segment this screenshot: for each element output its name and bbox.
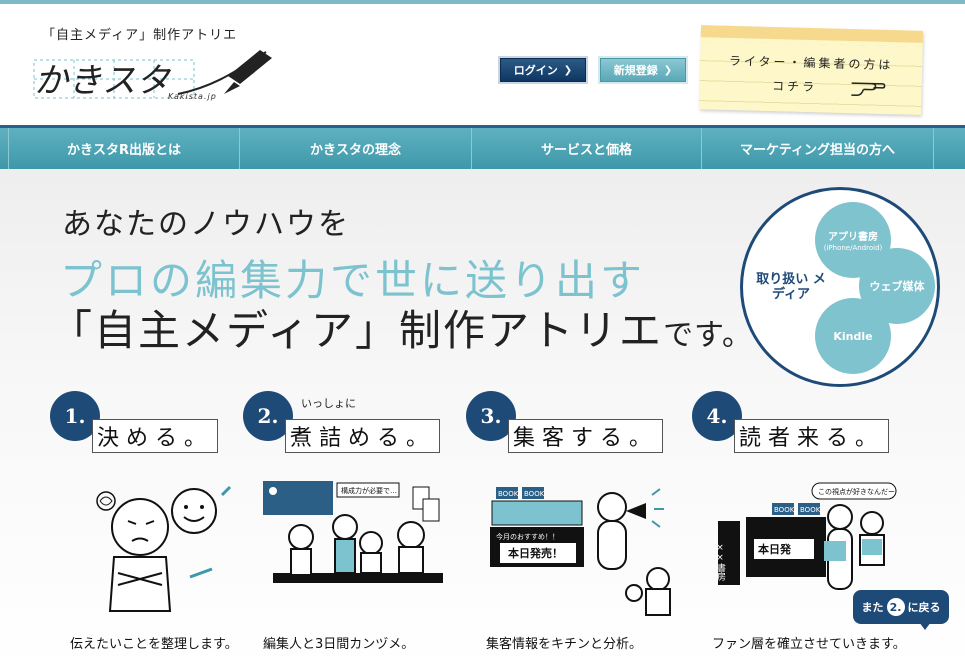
step-verb: 集客する。 — [508, 419, 664, 453]
svg-text:構成力が必要で…: 構成力が必要で… — [341, 486, 397, 495]
step-3: 3. 集客する。 BOOK BOOK 今月のおすすめ！！ 本日発売！ 集客情報を… — [466, 391, 676, 661]
svg-text:かきスタ: かきスタ — [34, 61, 172, 101]
nav-item-marketing[interactable]: マーケティング担当の方へ — [702, 128, 934, 169]
logo-mark-icon: かきスタ — [33, 50, 272, 101]
media-kindle-bubble: Kindle — [815, 298, 891, 374]
back-post: に戻る — [907, 601, 941, 614]
writer-editor-link[interactable]: ライター・編集者の方は コチラ — [698, 25, 924, 115]
site-header: 「自主メディア」制作アトリエ かきスタ Kakista.jp ログイン ❯ 新規… — [0, 4, 965, 125]
svg-text:BOOK: BOOK — [498, 490, 519, 498]
note-tape — [700, 25, 924, 43]
step-caption: 編集人と3日間カンヅメ。 — [263, 637, 415, 652]
editing-meeting-illustration: 構成力が必要で… — [263, 481, 443, 583]
media-app-sub: (iPhone/Android) — [823, 244, 883, 252]
hero-line-3: 「自主メディア」制作アトリエです。 — [50, 297, 753, 358]
media-app-label: アプリ書房 — [828, 232, 878, 243]
nav-item-philosophy[interactable]: かきスタの理念 — [240, 128, 472, 169]
step-caption: ファン層を確立させていきます。 — [712, 637, 906, 652]
svg-text:BOOK: BOOK — [774, 506, 795, 514]
login-label: ログイン — [513, 64, 558, 77]
step-caption: 伝えたいことを整理します。 — [70, 637, 238, 652]
step-note: いっしょに — [301, 397, 356, 410]
hero-line-3-suffix: です。 — [663, 318, 754, 353]
register-label: 新規登録 — [613, 64, 658, 77]
step-verb: 煮詰める。 — [285, 419, 441, 453]
back-pre: また — [861, 601, 884, 614]
media-title: 取り扱い メディア — [756, 272, 826, 302]
chevron-right-icon: ❯ — [663, 64, 673, 76]
main-nav: かきスタR出版とは かきスタの理念 サービスと価格 マーケティング担当の方へ — [0, 125, 965, 169]
main-content: あなたのノウハウを プロの編集力で世に送り出す 「自主メディア」制作アトリエです… — [0, 169, 965, 671]
pointing-hand-icon — [851, 82, 886, 96]
step-verb: 読者来る。 — [734, 419, 890, 453]
svg-text:BOOK: BOOK — [800, 506, 821, 514]
logo-url: Kakista.jp — [168, 92, 217, 101]
site-logo[interactable]: 「自主メディア」制作アトリエ かきスタ Kakista.jp — [28, 20, 278, 112]
step-caption: 集客情報をキチンと分析。 — [486, 637, 643, 652]
svg-text:本日発売！: 本日発売！ — [508, 546, 563, 560]
speech-tail — [919, 622, 931, 630]
chevron-right-icon: ❯ — [563, 64, 573, 76]
logo-tagline: 「自主メディア」制作アトリエ — [42, 28, 238, 43]
svg-text:本日発: 本日発 — [758, 542, 792, 556]
media-web-label: ウェブ媒体 — [869, 280, 925, 293]
nav-item-services[interactable]: サービスと価格 — [472, 128, 702, 169]
register-button[interactable]: 新規登録 ❯ — [600, 58, 686, 82]
nav-item-about[interactable]: かきスタR出版とは — [8, 128, 240, 169]
store-promotion-illustration: BOOK BOOK 今月のおすすめ！！ 本日発売！ — [490, 487, 671, 616]
hero-line-1: あなたのノウハウを — [62, 207, 350, 242]
step-1: 1. 決める。 伝えたいことを整理します。 — [50, 391, 260, 661]
svg-text:今月のおすすめ！！: 今月のおすすめ！！ — [496, 532, 559, 541]
hero-line-3-main: 「自主メディア」制作アトリエ — [50, 306, 664, 355]
svg-text:この視点が好きなんだー: この視点が好きなんだー — [818, 487, 895, 496]
back-to-step-2-button[interactable]: また 2. に戻る — [853, 590, 949, 630]
login-button[interactable]: ログイン ❯ — [500, 58, 586, 82]
svg-text:××書房: ××書房 — [715, 543, 726, 582]
step-verb: 決める。 — [92, 419, 219, 453]
step-2: 2. いっしょに 煮詰める。 構成力が必要で… 編集人と3日間カンヅメ。 — [243, 391, 453, 661]
media-kindle-label: Kindle — [833, 329, 873, 343]
back-step-number: 2. — [886, 598, 905, 616]
media-diagram: 取り扱い メディア アプリ書房 (iPhone/Android) ウェブ媒体 K… — [740, 187, 940, 387]
thinking-person-illustration — [96, 485, 232, 612]
svg-text:BOOK: BOOK — [524, 490, 545, 498]
